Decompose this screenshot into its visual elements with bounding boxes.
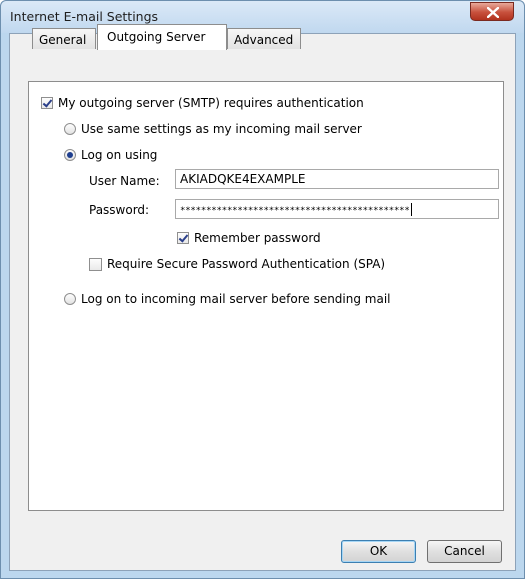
tab-advanced-label: Advanced [234, 33, 294, 47]
window-title: Internet E-mail Settings [10, 9, 159, 24]
log-on-incoming-radio[interactable]: Log on to incoming mail server before se… [64, 292, 391, 306]
log-on-using-label: Log on using [81, 148, 158, 162]
password-label: Password: [89, 203, 150, 217]
spa-label: Require Secure Password Authentication (… [107, 257, 386, 271]
username-input[interactable]: AKIADQKE4EXAMPLE [175, 169, 499, 189]
requires-auth-checkbox[interactable]: My outgoing server (SMTP) requires authe… [41, 96, 364, 110]
same-settings-radio[interactable]: Use same settings as my incoming mail se… [64, 122, 362, 136]
password-input[interactable]: ****************************************… [175, 199, 499, 219]
log-on-incoming-radio-dot[interactable] [64, 293, 76, 305]
requires-auth-check[interactable] [41, 97, 53, 109]
tab-general[interactable]: General [32, 28, 96, 49]
password-value: ****************************************… [180, 206, 410, 216]
log-on-using-radio-dot[interactable] [64, 149, 76, 161]
text-caret [410, 203, 412, 216]
close-icon [487, 7, 499, 18]
username-label: User Name: [89, 174, 160, 188]
spa-checkbox[interactable]: Require Secure Password Authentication (… [89, 257, 385, 271]
same-settings-radio-dot[interactable] [64, 123, 76, 135]
close-button[interactable] [470, 2, 514, 21]
ok-button[interactable]: OK [341, 540, 416, 563]
tab-outgoing-server[interactable]: Outgoing Server [97, 24, 227, 50]
log-on-using-radio[interactable]: Log on using [64, 148, 157, 162]
tab-advanced[interactable]: Advanced [227, 28, 301, 49]
remember-password-checkbox[interactable]: Remember password [177, 231, 321, 245]
same-settings-label: Use same settings as my incoming mail se… [81, 122, 362, 136]
spa-check[interactable] [89, 257, 102, 271]
username-value: AKIADQKE4EXAMPLE [180, 172, 306, 186]
remember-password-check[interactable] [177, 232, 189, 244]
remember-password-label: Remember password [194, 231, 321, 245]
cancel-button[interactable]: Cancel [427, 540, 502, 563]
ok-button-label: OK [369, 544, 388, 558]
requires-auth-label: My outgoing server (SMTP) requires authe… [58, 96, 364, 110]
cancel-button-label: Cancel [444, 544, 485, 558]
tab-outgoing-server-label: Outgoing Server [107, 30, 206, 44]
tab-general-label: General [39, 33, 87, 47]
log-on-incoming-label: Log on to incoming mail server before se… [81, 292, 391, 306]
